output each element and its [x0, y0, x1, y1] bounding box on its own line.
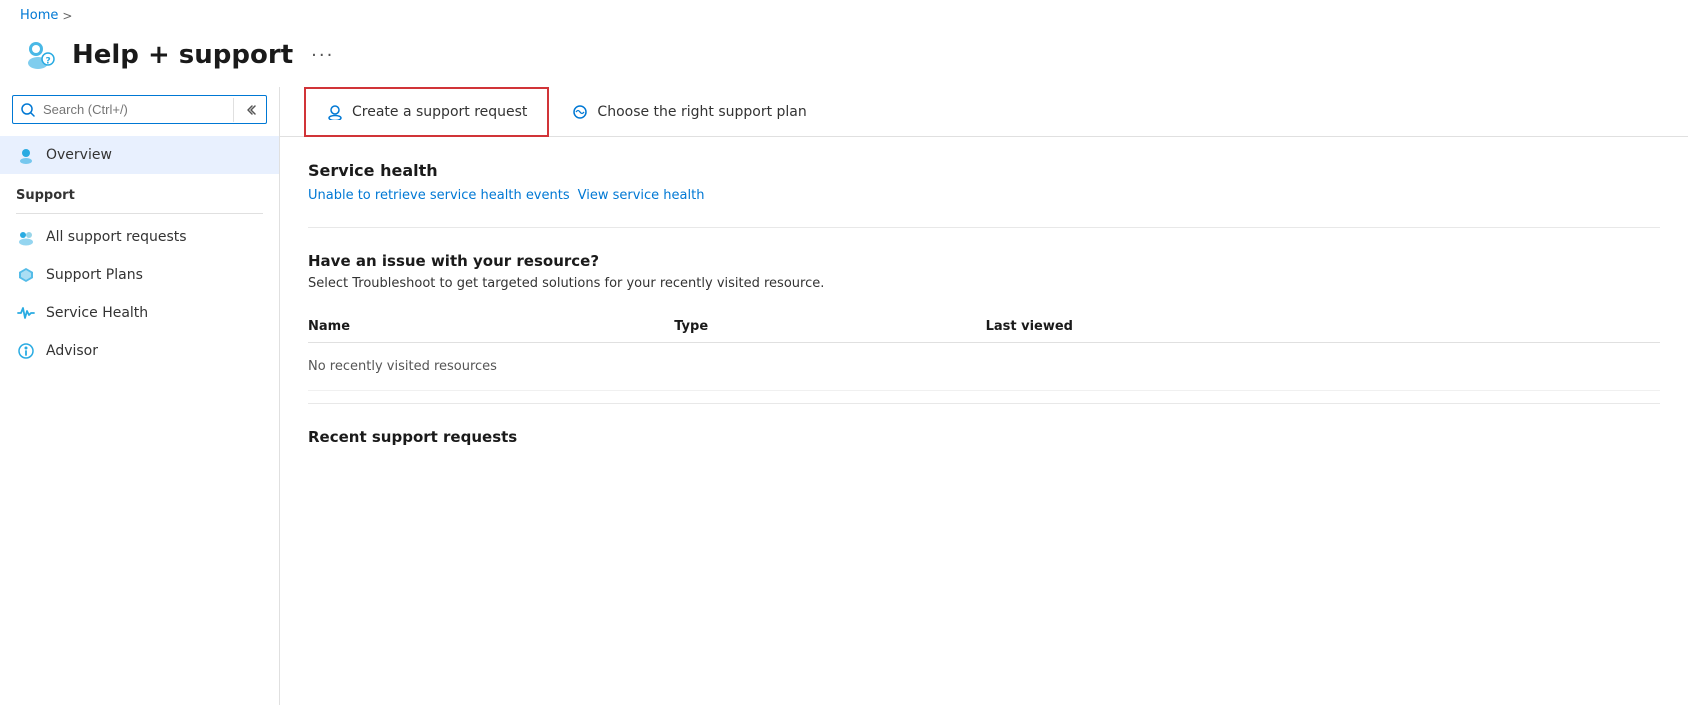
search-box: [12, 95, 267, 124]
support-section-label: Support: [0, 174, 279, 209]
sidebar-item-all-support-label: All support requests: [46, 229, 187, 245]
recent-requests-section: Recent support requests: [280, 404, 1688, 470]
page-title: Help + support: [72, 40, 293, 70]
tab-create-support-label: Create a support request: [352, 104, 527, 120]
tab-choose-support-plan[interactable]: Choose the right support plan: [549, 87, 828, 137]
table-header-row: Name Type Last viewed: [308, 311, 1660, 343]
sidebar-item-support-plans-label: Support Plans: [46, 267, 143, 283]
breadcrumb-home[interactable]: Home: [20, 8, 58, 23]
resource-table: Name Type Last viewed No recently visite…: [308, 311, 1660, 391]
page-wrapper: Home > ? Help + support ···: [0, 0, 1688, 705]
sidebar-item-service-health-label: Service Health: [46, 305, 148, 321]
overview-icon: [16, 145, 36, 165]
advisor-icon: [16, 341, 36, 361]
sidebar-item-advisor-label: Advisor: [46, 343, 98, 359]
resource-section-desc: Select Troubleshoot to get targeted solu…: [308, 276, 1660, 291]
sidebar: Overview Support All support requests: [0, 87, 280, 705]
service-health-title: Service health: [308, 161, 1660, 180]
more-options-button[interactable]: ···: [305, 41, 340, 70]
sidebar-item-overview-label: Overview: [46, 147, 112, 163]
recent-requests-title: Recent support requests: [308, 428, 1660, 446]
resource-section-title: Have an issue with your resource?: [308, 252, 1660, 270]
column-last-viewed: Last viewed: [986, 311, 1660, 343]
empty-message: No recently visited resources: [308, 343, 1660, 391]
sidebar-item-support-plans[interactable]: Support Plans: [0, 256, 279, 294]
service-health-row: Unable to retrieve service health events…: [308, 188, 1660, 203]
search-icon: [13, 97, 43, 123]
tab-create-support-request[interactable]: Create a support request: [304, 87, 549, 137]
main-layout: Overview Support All support requests: [0, 87, 1688, 705]
svg-text:?: ?: [46, 57, 51, 67]
sidebar-item-overview[interactable]: Overview: [0, 136, 279, 174]
main-content: Create a support request Choose the righ…: [280, 87, 1688, 705]
create-support-icon: [326, 103, 344, 121]
table-row-empty: No recently visited resources: [308, 343, 1660, 391]
view-service-health-link[interactable]: View service health: [578, 188, 705, 203]
breadcrumb: Home >: [0, 0, 1688, 31]
column-type: Type: [674, 311, 985, 343]
service-health-icon: [16, 303, 36, 323]
page-header: ? Help + support ···: [0, 31, 1688, 87]
tab-choose-plan-label: Choose the right support plan: [597, 104, 806, 120]
sidebar-item-advisor[interactable]: Advisor: [0, 332, 279, 370]
search-input[interactable]: [43, 96, 233, 123]
sidebar-item-service-health[interactable]: Service Health: [0, 294, 279, 332]
help-support-icon: ?: [20, 35, 60, 75]
sidebar-item-all-support-requests[interactable]: All support requests: [0, 218, 279, 256]
breadcrumb-separator: >: [62, 9, 72, 23]
collapse-button[interactable]: [233, 98, 266, 122]
service-health-section: Service health Unable to retrieve servic…: [280, 137, 1688, 227]
column-name: Name: [308, 311, 674, 343]
resource-section: Have an issue with your resource? Select…: [280, 228, 1688, 403]
tab-bar: Create a support request Choose the righ…: [280, 87, 1688, 137]
all-support-requests-icon: [16, 227, 36, 247]
service-health-message: Unable to retrieve service health events: [308, 188, 570, 203]
nav-divider: [16, 213, 263, 214]
support-plans-icon: [16, 265, 36, 285]
choose-plan-icon: [571, 103, 589, 121]
